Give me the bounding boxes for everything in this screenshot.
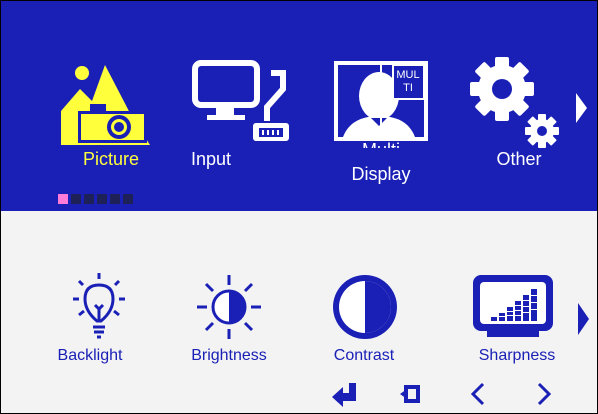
page-dot [123,194,133,204]
submenu-item-contrast[interactable]: Contrast [321,271,433,371]
page-indicator [58,194,133,204]
overlay-text: MUL [396,69,419,81]
submenu-item-backlight[interactable]: Backlight [51,271,163,371]
contrast-icon [333,275,397,339]
submenu-item-sharpness[interactable]: Sharpness [455,271,567,371]
page-dot [71,194,81,204]
input-icon [192,60,289,141]
submenu-item-label: Brightness [191,347,267,364]
picture-icon [61,65,150,145]
page-dot-active [58,194,68,204]
sharpness-icon [473,275,553,337]
gear-icon [470,57,559,148]
page-dot [110,194,120,204]
overlay-text-2: TI [403,82,413,94]
backlight-icon [73,273,125,339]
submenu-item-label: Contrast [333,347,395,364]
chevron-right-icon[interactable] [531,381,557,407]
menu-item-input[interactable]: Input [183,51,293,171]
chevron-right-icon[interactable] [574,91,588,125]
enter-icon[interactable] [331,381,357,407]
osd-menu: Picture Input MUL TI Display Other Backl… [0,0,598,414]
menu-item-label: Other [496,149,542,169]
page-dot [84,194,94,204]
multi-display-icon: MUL TI [334,61,428,141]
top-menu-bar: Picture Input MUL TI Display Other [1,1,597,211]
page-dot [97,194,107,204]
brightness-icon [197,275,261,339]
menu-item-picture[interactable]: Picture [56,51,166,171]
menu-item-multi-display[interactable]: MUL TI Multi Display [333,60,443,184]
chevron-left-icon[interactable] [465,381,491,407]
menu-item-other[interactable]: Other [464,51,574,171]
exit-icon[interactable] [398,381,424,407]
submenu-item-label: Sharpness [478,347,556,364]
menu-item-label: Input [190,149,232,169]
submenu-item-brightness[interactable]: Brightness [183,271,295,371]
chevron-right-icon[interactable] [576,301,590,337]
menu-item-label-line2: Display [351,164,411,184]
submenu-item-label: Backlight [57,347,123,364]
menu-item-label: Picture [82,149,140,169]
menu-item-label: Multi [326,136,436,148]
